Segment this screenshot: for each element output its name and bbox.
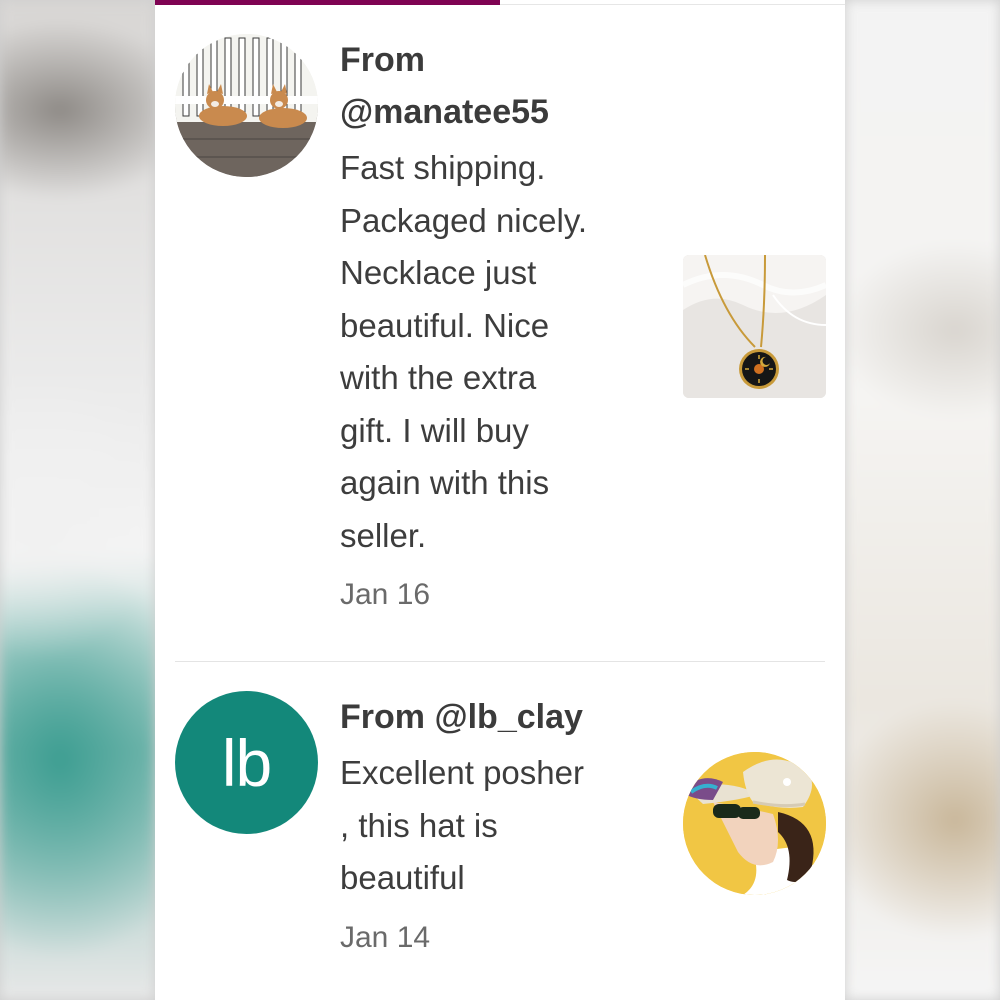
review-content: From @manatee55 Fast shipping. Packaged … <box>340 34 660 612</box>
review-text-line: Packaged nicely. <box>340 201 588 239</box>
sun-hat-photo-icon <box>683 752 826 895</box>
review-item: From @manatee55 Fast shipping. Packaged … <box>175 34 826 634</box>
blurred-background-left <box>0 0 155 1000</box>
necklace-pendant-photo-icon <box>683 255 826 398</box>
review-text-line: beautiful. Nice <box>340 306 550 344</box>
user-avatar-letter[interactable]: lb <box>175 691 318 834</box>
review-text-line: gift. I will buy <box>340 411 529 449</box>
review-text-line: , this hat is <box>340 806 498 844</box>
purchased-item-thumbnail[interactable] <box>683 752 826 895</box>
review-text-line: beautiful <box>340 859 465 896</box>
review-item: lb From @lb_clay Excellent posher , this… <box>175 691 826 971</box>
review-date: Jan 16 <box>340 578 431 611</box>
review-date: Jan 14 <box>340 920 431 954</box>
review-text-line: seller. <box>340 516 427 554</box>
review-content: From @lb_clay Excellent posher , this ha… <box>340 691 660 955</box>
avatar-initials: lb <box>221 725 272 800</box>
review-divider <box>175 661 825 662</box>
review-text: Fast shipping. Packaged nicely. Necklace… <box>340 142 660 562</box>
review-text-line: with the extra <box>340 359 537 396</box>
review-author-from-label: From <box>340 41 425 79</box>
review-text-line: Necklace just <box>340 254 537 291</box>
reviews-panel: From @manatee55 Fast shipping. Packaged … <box>155 0 845 1000</box>
corgi-dogs-photo-icon <box>175 34 318 177</box>
review-text-line: again with this <box>340 464 550 501</box>
review-text-line: Excellent posher <box>340 754 584 791</box>
review-author[interactable]: From @manatee55 <box>340 34 660 138</box>
active-tab-indicator <box>155 0 500 5</box>
review-author-handle[interactable]: @manatee55 <box>340 86 660 138</box>
blurred-background-right <box>845 0 1000 1000</box>
review-text: Excellent posher , this hat is beautiful <box>340 747 660 905</box>
review-author[interactable]: From @lb_clay <box>340 691 660 743</box>
tab-underline <box>500 4 845 5</box>
review-text-line: Fast shipping. <box>340 149 546 186</box>
user-avatar-photo[interactable] <box>175 34 318 177</box>
purchased-item-thumbnail[interactable] <box>683 255 826 398</box>
